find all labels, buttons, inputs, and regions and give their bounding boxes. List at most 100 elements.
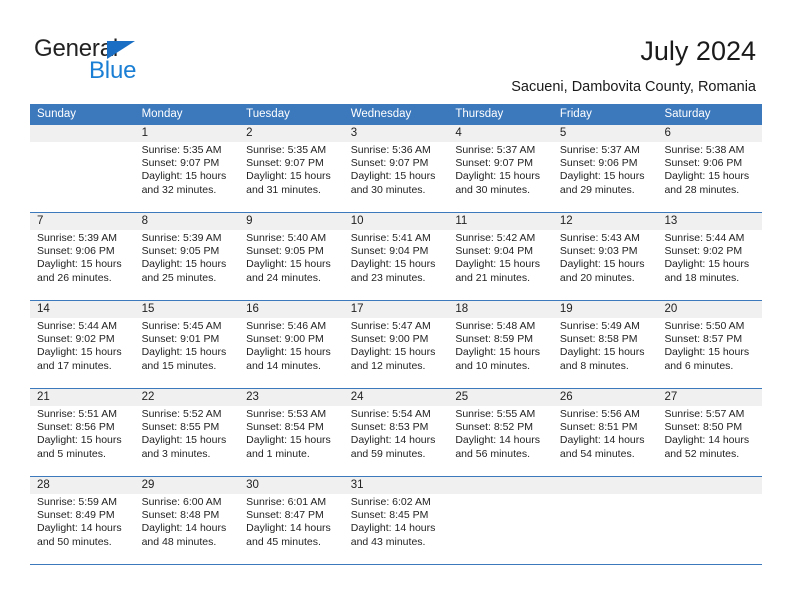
day-number-band: 7 8 9 10 11 12 13	[30, 213, 762, 230]
daylight-text-cont: and 18 minutes.	[664, 271, 740, 284]
sunrise-text: Sunrise: 5:50 AM	[664, 320, 745, 332]
day-content-band: Sunrise: 5:35 AM Sunset: 9:07 PM Daylight:…	[30, 142, 762, 212]
daylight-text-cont: and 45 minutes.	[246, 535, 321, 548]
sunrise-text: Sunrise: 5:55 AM	[455, 408, 536, 420]
sunset-text: Sunset: 9:02 PM	[37, 333, 115, 346]
calendar-week-row: 28 29 30 31 Sunrise: 5:59 AM Sunset: 8:49 PM D…	[30, 477, 762, 565]
day-number[interactable]: 24	[344, 389, 449, 406]
sunrise-text: Sunrise: 5:41 AM	[350, 232, 431, 244]
day-cell: Sunrise: 5:48 AM Sunset: 8:59 PM Daylight:…	[448, 318, 553, 388]
day-number[interactable]: 7	[30, 213, 135, 230]
day-number[interactable]: 2	[239, 125, 344, 142]
day-number[interactable]: 10	[344, 213, 449, 230]
sunrise-text: Sunrise: 5:51 AM	[37, 408, 117, 420]
daylight-text: Daylight: 14 hours	[455, 434, 540, 447]
daylight-text-cont: and 20 minutes.	[559, 271, 635, 284]
day-number[interactable]: 26	[553, 389, 658, 406]
sunrise-text: Sunrise: 5:45 AM	[141, 320, 222, 332]
day-cell: Sunrise: 6:01 AM Sunset: 8:47 PM Daylight:…	[239, 494, 344, 564]
day-number[interactable]: 21	[30, 389, 135, 406]
sunrise-text: Sunrise: 5:49 AM	[559, 320, 640, 332]
day-number[interactable]: 25	[448, 389, 553, 406]
sunrise-text: Sunrise: 5:39 AM	[141, 232, 222, 244]
sunset-text: Sunset: 8:56 PM	[37, 421, 115, 434]
daylight-text-cont: and 24 minutes.	[246, 271, 321, 284]
day-cell: Sunrise: 5:40 AM Sunset: 9:05 PM Daylight:…	[239, 230, 344, 300]
page-title: July 2024	[640, 36, 756, 66]
sunset-text: Sunset: 8:49 PM	[37, 509, 115, 522]
day-cell: Sunrise: 5:39 AM Sunset: 9:05 PM Daylight:…	[135, 230, 240, 300]
day-number[interactable]: 29	[135, 477, 240, 494]
sunrise-text: Sunrise: 5:56 AM	[559, 408, 640, 420]
day-number[interactable]: 18	[448, 301, 553, 318]
day-cell: Sunrise: 5:54 AM Sunset: 8:53 PM Daylight:…	[344, 406, 449, 476]
sunrise-text: Sunrise: 6:00 AM	[141, 496, 222, 508]
day-cell-empty	[30, 142, 135, 212]
day-content-band: Sunrise: 5:39 AM Sunset: 9:06 PM Daylight:…	[30, 230, 762, 300]
day-number[interactable]: 23	[239, 389, 344, 406]
daylight-text-cont: and 1 minute.	[246, 447, 310, 460]
day-cell: Sunrise: 5:53 AM Sunset: 8:54 PM Daylight:…	[239, 406, 344, 476]
sunset-text: Sunset: 8:47 PM	[246, 509, 324, 522]
sunset-text: Sunset: 8:53 PM	[350, 421, 429, 434]
day-number[interactable]: 12	[553, 213, 658, 230]
sunset-text: Sunset: 9:07 PM	[455, 157, 533, 170]
day-number[interactable]: 9	[239, 213, 344, 230]
day-number[interactable]: 31	[344, 477, 449, 494]
sunset-text: Sunset: 9:06 PM	[664, 157, 743, 170]
day-number[interactable]: 14	[30, 301, 135, 318]
sunset-text: Sunset: 8:55 PM	[141, 421, 220, 434]
day-cell: Sunrise: 5:50 AM Sunset: 8:57 PM Daylight:…	[657, 318, 762, 388]
daylight-text-cont: and 28 minutes.	[664, 183, 740, 196]
day-number[interactable]: 20	[657, 301, 762, 318]
daylight-text: Daylight: 15 hours	[246, 170, 331, 183]
day-number[interactable]: 19	[553, 301, 658, 318]
daylight-text: Daylight: 15 hours	[455, 346, 540, 359]
daylight-text-cont: and 30 minutes.	[350, 183, 426, 196]
day-cell: Sunrise: 5:37 AM Sunset: 9:06 PM Daylight:…	[553, 142, 658, 212]
day-cell: Sunrise: 5:51 AM Sunset: 8:56 PM Daylight:…	[30, 406, 135, 476]
sunrise-text: Sunrise: 5:35 AM	[141, 144, 222, 156]
weekday-header-monday: Monday	[141, 108, 183, 120]
day-number[interactable]: 6	[657, 125, 762, 142]
day-number[interactable]: 5	[553, 125, 658, 142]
daylight-text: Daylight: 14 hours	[37, 522, 122, 535]
day-number[interactable]: 1	[135, 125, 240, 142]
calendar-week-row: 21 22 23 24 25 26 27 Sunrise: 5:51 AM Sunset: 8:…	[30, 389, 762, 477]
general-blue-logo[interactable]: General Blue	[34, 36, 234, 84]
day-number[interactable]: 3	[344, 125, 449, 142]
day-cell: Sunrise: 6:02 AM Sunset: 8:45 PM Daylight:…	[344, 494, 449, 564]
weekday-header-wednesday: Wednesday	[350, 108, 412, 120]
day-number[interactable]: 22	[135, 389, 240, 406]
sunset-text: Sunset: 9:04 PM	[350, 245, 429, 258]
daylight-text: Daylight: 15 hours	[37, 346, 122, 359]
day-number[interactable]: 27	[657, 389, 762, 406]
day-number[interactable]: 4	[448, 125, 553, 142]
day-number-empty	[657, 477, 762, 494]
daylight-text: Daylight: 14 hours	[664, 434, 750, 447]
sunrise-text: Sunrise: 6:01 AM	[246, 496, 327, 508]
day-number[interactable]: 8	[135, 213, 240, 230]
daylight-text: Daylight: 14 hours	[559, 434, 645, 447]
day-number-band: 21 22 23 24 25 26 27	[30, 389, 762, 406]
day-number[interactable]: 13	[657, 213, 762, 230]
sunset-text: Sunset: 8:57 PM	[664, 333, 743, 346]
sunrise-text: Sunrise: 5:59 AM	[37, 496, 117, 508]
daylight-text: Daylight: 15 hours	[246, 346, 331, 359]
day-number[interactable]: 30	[239, 477, 344, 494]
daylight-text-cont: and 8 minutes.	[559, 359, 629, 372]
day-number[interactable]: 16	[239, 301, 344, 318]
day-cell: Sunrise: 5:46 AM Sunset: 9:00 PM Daylight:…	[239, 318, 344, 388]
day-cell: Sunrise: 5:37 AM Sunset: 9:07 PM Daylight:…	[448, 142, 553, 212]
day-cell: Sunrise: 5:47 AM Sunset: 9:00 PM Daylight:…	[344, 318, 449, 388]
sunset-text: Sunset: 8:54 PM	[246, 421, 324, 434]
day-number[interactable]: 28	[30, 477, 135, 494]
day-number-empty	[30, 125, 135, 142]
sunrise-text: Sunrise: 5:35 AM	[246, 144, 327, 156]
day-cell: Sunrise: 5:56 AM Sunset: 8:51 PM Daylight:…	[553, 406, 658, 476]
daylight-text: Daylight: 15 hours	[141, 258, 227, 271]
day-number[interactable]: 11	[448, 213, 553, 230]
day-number[interactable]: 17	[344, 301, 449, 318]
weekday-header-saturday: Saturday	[664, 108, 711, 120]
day-number[interactable]: 15	[135, 301, 240, 318]
